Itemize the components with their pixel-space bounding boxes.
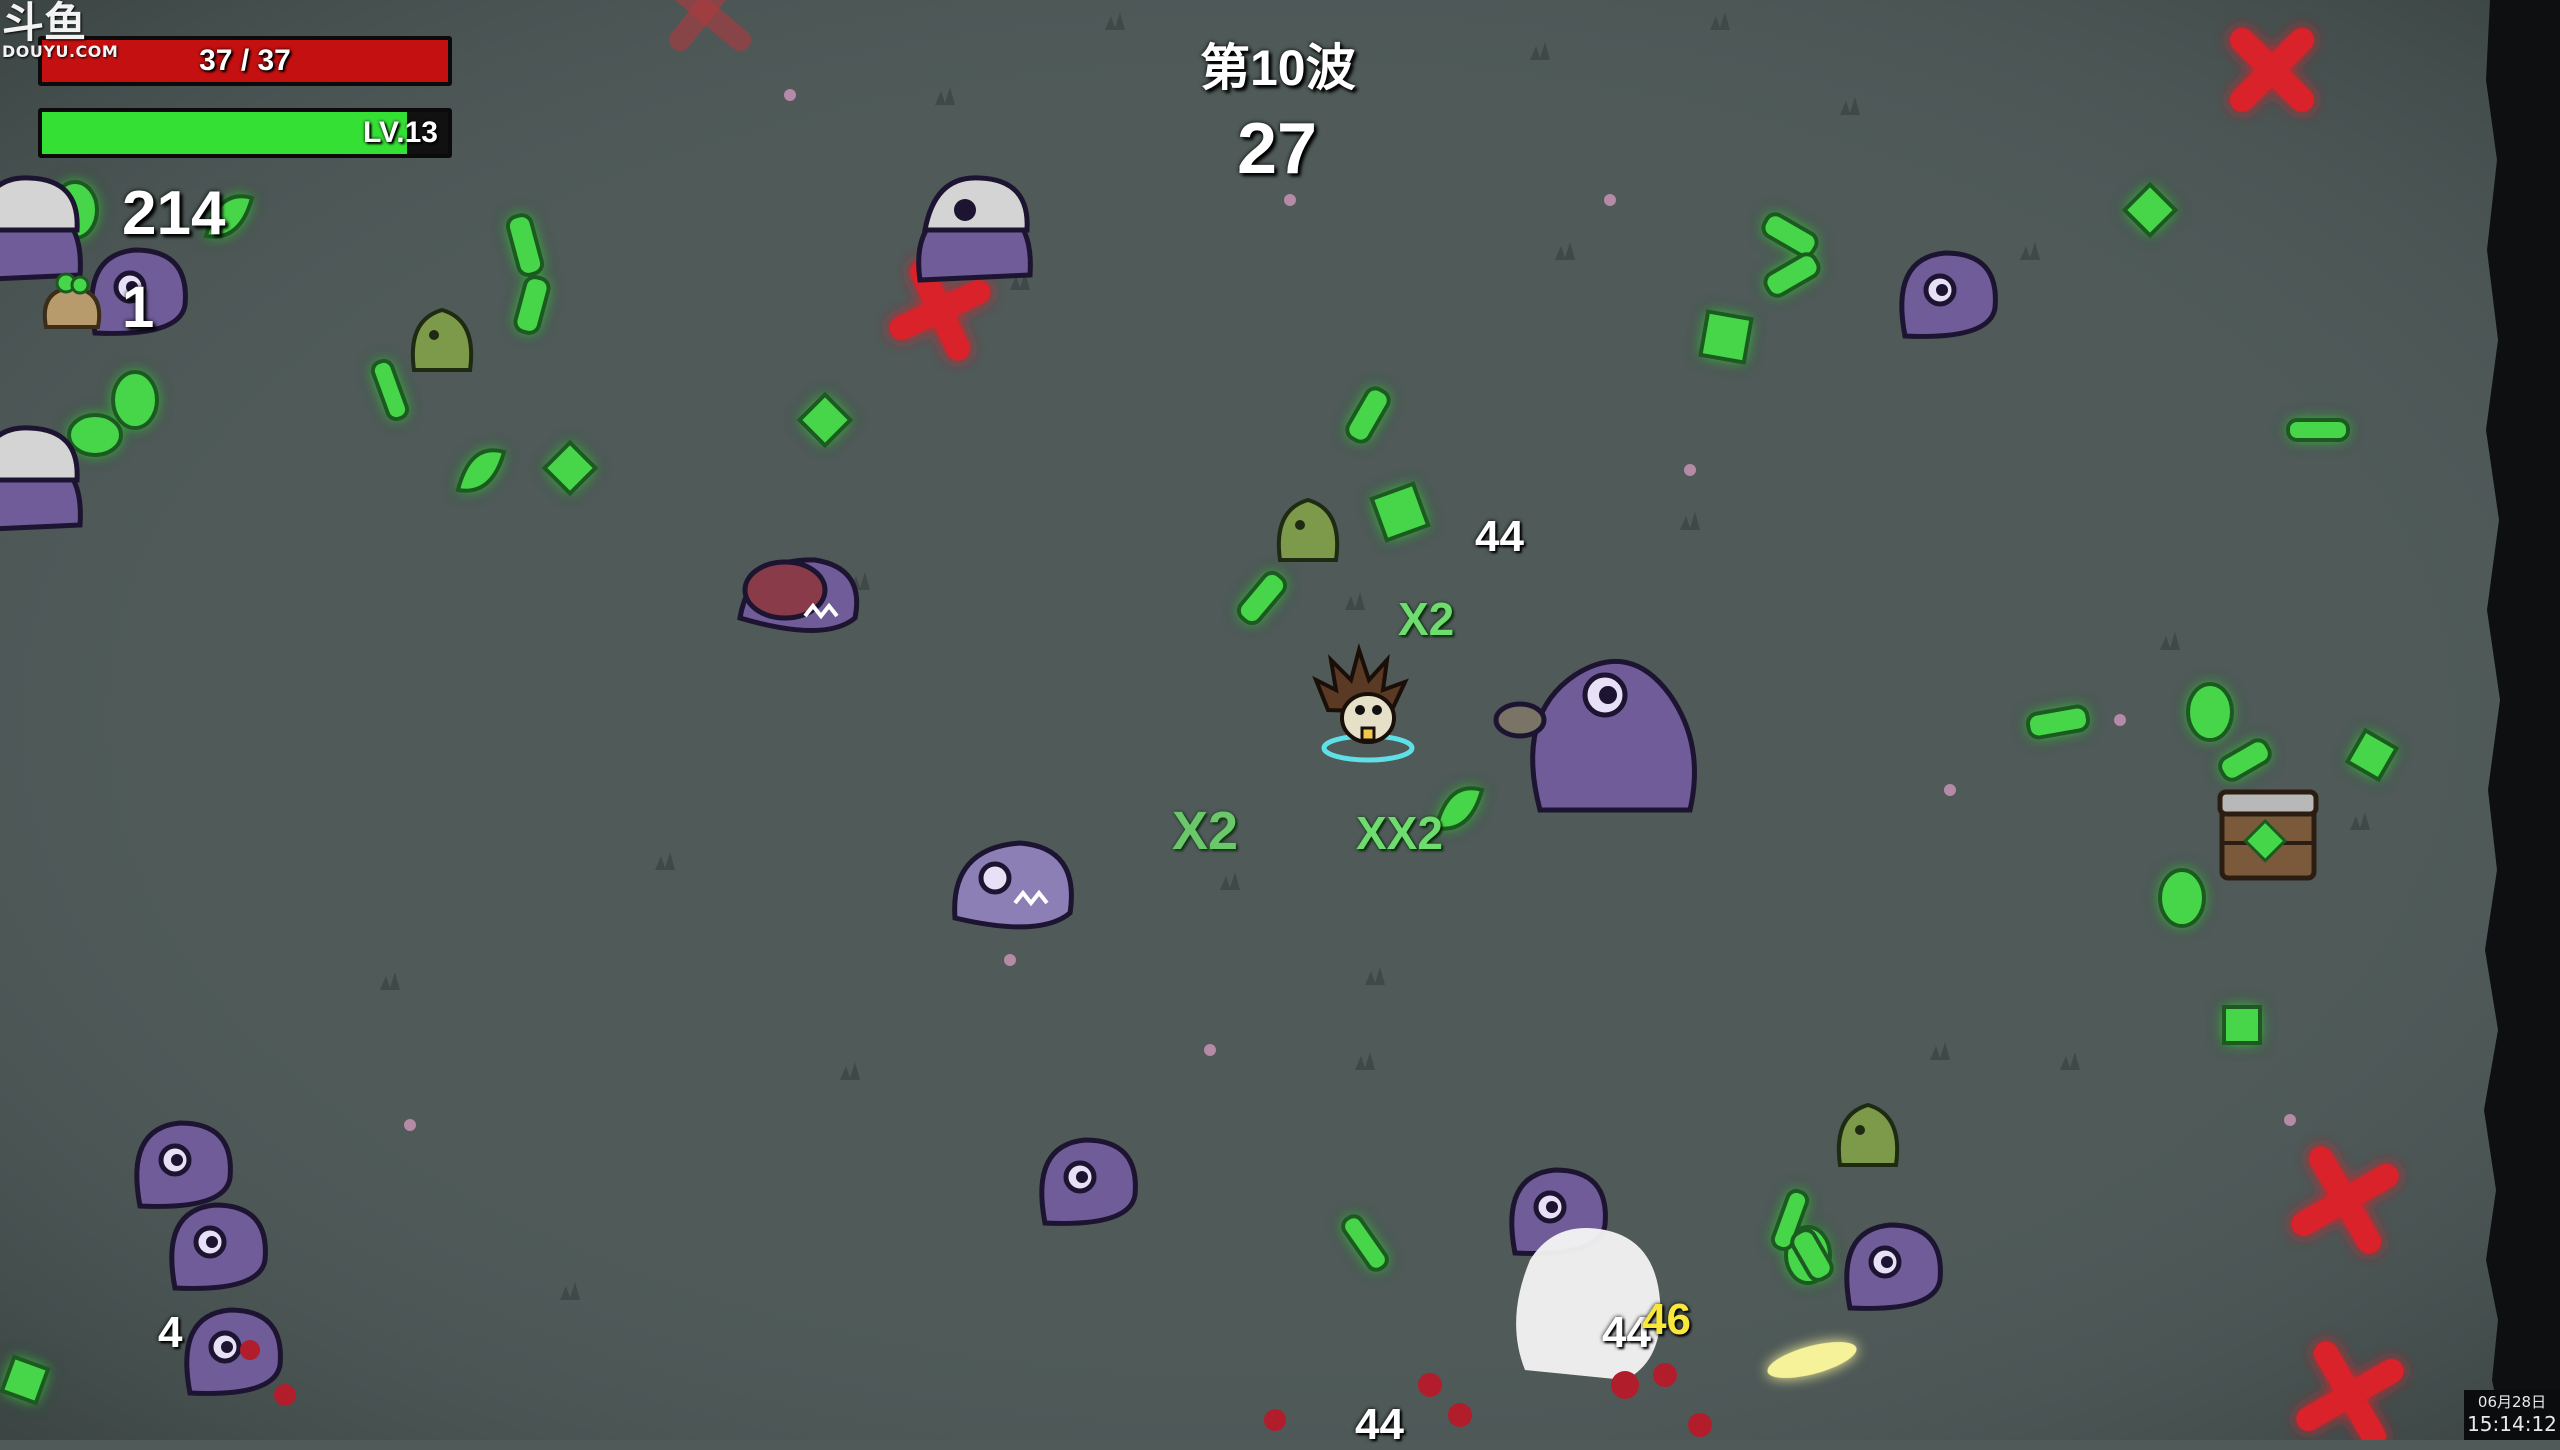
enemy-helmet xyxy=(0,425,83,532)
wave-timer: 27 xyxy=(1237,109,1318,189)
wave-label: 第10波 xyxy=(1200,40,1356,96)
bag-count: 1 xyxy=(122,275,155,340)
material-coin xyxy=(2186,682,2234,742)
material-gem xyxy=(2222,1005,2262,1045)
xp-bar: LV.13 xyxy=(38,108,452,158)
xp-bar-fill xyxy=(42,112,408,154)
clock-time: 15:14:12 xyxy=(2467,1411,2557,1436)
material-cube xyxy=(1698,309,1754,365)
enemy-slug xyxy=(169,1202,268,1291)
ground-vignette xyxy=(0,0,2560,1440)
enemy-charger xyxy=(737,557,860,633)
damage-number: 44 xyxy=(1475,512,1524,561)
loot-crate xyxy=(2217,789,2319,881)
enemy-slug xyxy=(134,1120,233,1209)
enemy-slug xyxy=(1899,250,1998,339)
level-text: LV.13 xyxy=(362,116,438,149)
douyu-watermark: 斗鱼 DOUYU.COM xyxy=(2,2,118,60)
damage-number: 44 xyxy=(1355,1400,1404,1449)
system-clock: 06月28日 15:14:12 xyxy=(2464,1390,2560,1440)
watermark-logo: 斗鱼 xyxy=(2,0,87,47)
material-coin xyxy=(111,370,159,430)
damage-number: 4 xyxy=(158,1308,183,1357)
multiplier-text: X2 xyxy=(1398,593,1455,645)
enemy-slug xyxy=(1844,1222,1943,1311)
watermark-url: DOUYU.COM xyxy=(2,42,119,61)
material-coin xyxy=(2158,868,2206,928)
enemy-slug xyxy=(184,1307,283,1396)
materials-count: 214 xyxy=(122,179,226,248)
enemy-slug xyxy=(1039,1137,1138,1226)
multiplier-text: X2 xyxy=(1172,801,1239,861)
material-coin xyxy=(67,413,123,457)
enemy-helmet xyxy=(0,175,83,282)
clock-date: 06月28日 xyxy=(2477,1393,2547,1411)
game-arena xyxy=(0,0,2560,1440)
crit-damage-number: 46 xyxy=(1642,1295,1691,1344)
multiplier-text: XX2 xyxy=(1356,807,1443,859)
material-shard xyxy=(2286,418,2350,442)
